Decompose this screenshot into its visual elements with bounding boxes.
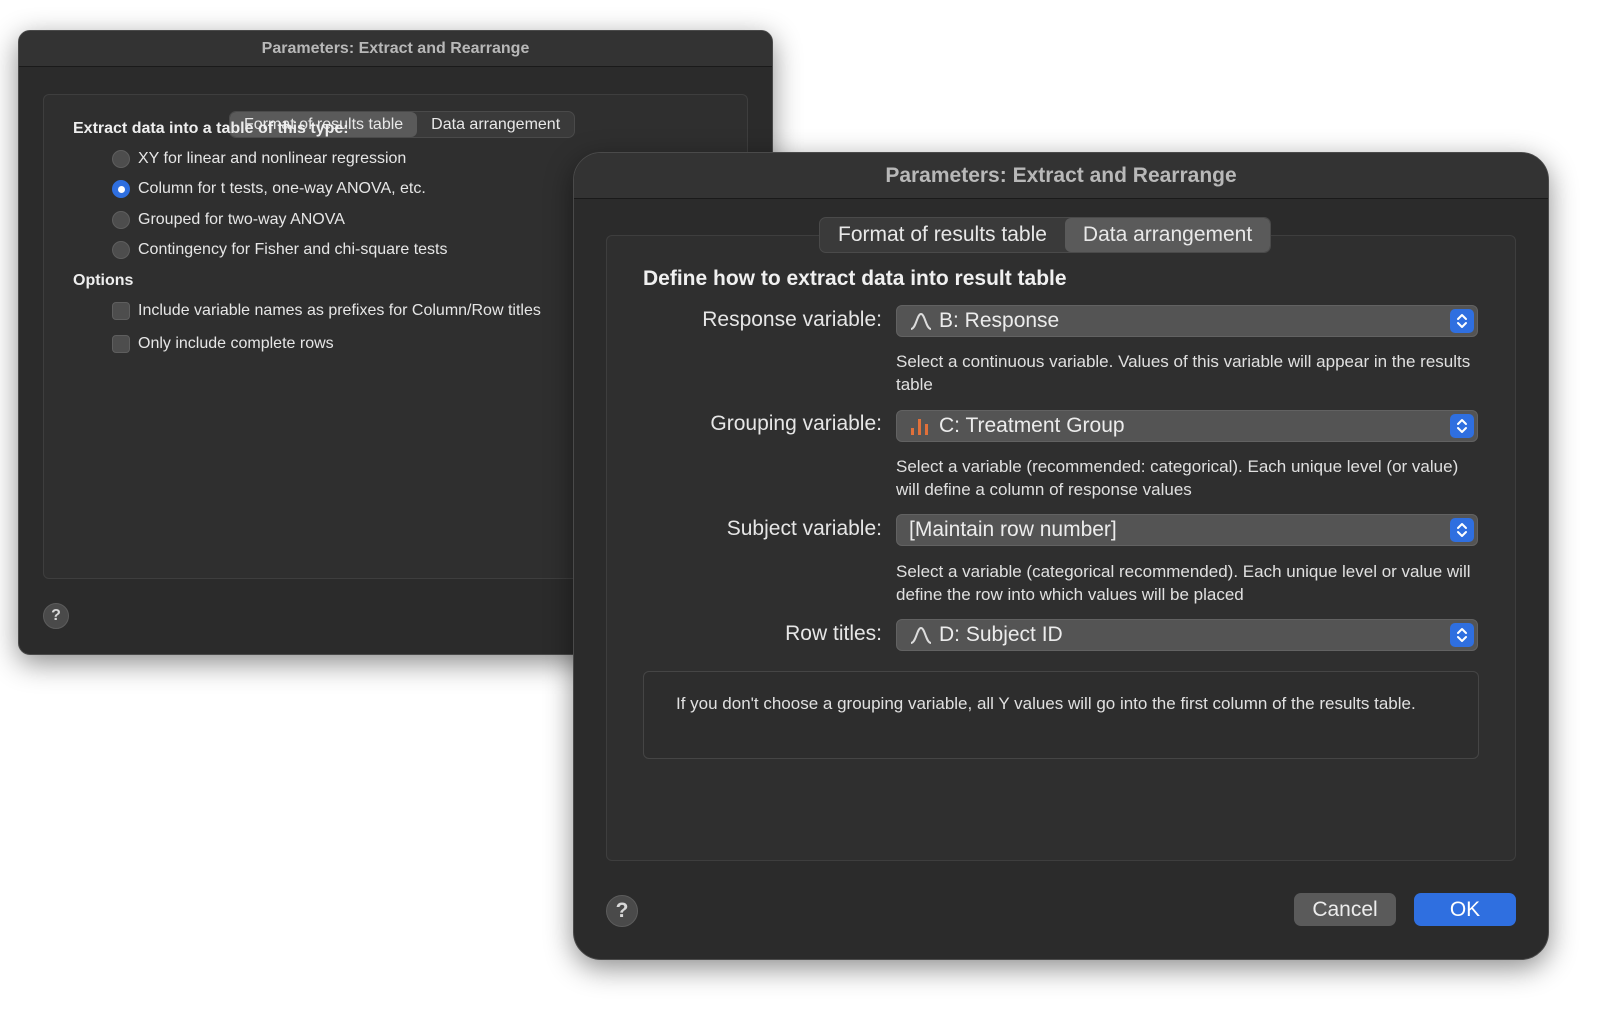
window-title: Parameters: Extract and Rearrange — [19, 31, 772, 67]
window-title: Parameters: Extract and Rearrange — [574, 153, 1548, 199]
tab-bar: Format of results table Data arrangement — [819, 217, 1272, 253]
info-note: If you don't choose a grouping variable,… — [643, 671, 1479, 759]
cancel-button[interactable]: Cancel — [1294, 893, 1396, 926]
tab-data-arrangement[interactable]: Data arrangement — [1064, 218, 1271, 252]
subject-variable-select[interactable]: [Maintain row number] — [896, 514, 1478, 546]
grouping-variable-hint: Select a variable (recommended: categori… — [896, 457, 1459, 499]
front-dialog-window: Parameters: Extract and Rearrange Format… — [573, 152, 1549, 960]
help-button[interactable]: ? — [606, 895, 638, 927]
radio-label: Grouped for two-way ANOVA — [138, 211, 345, 228]
select-value: [Maintain row number] — [909, 518, 1117, 541]
checkbox-complete-rows[interactable]: Only include complete rows — [112, 335, 334, 353]
row-titles-label: Row titles: — [785, 622, 882, 645]
response-variable-hint: Select a continuous variable. Values of … — [896, 352, 1471, 394]
table-type-heading: Extract data into a table of this type: — [73, 120, 349, 137]
options-heading: Options — [73, 272, 134, 289]
ok-button[interactable]: OK — [1414, 893, 1516, 926]
section-heading: Define how to extract data into result t… — [643, 267, 1067, 290]
radio-column[interactable]: Column for t tests, one-way ANOVA, etc. — [112, 180, 426, 198]
radio-button[interactable] — [112, 180, 130, 198]
help-button[interactable]: ? — [43, 603, 69, 629]
radio-label: Contingency for Fisher and chi-square te… — [138, 241, 448, 258]
chevron-updown-icon — [1450, 309, 1474, 333]
radio-button[interactable] — [112, 241, 130, 259]
chevron-updown-icon — [1450, 518, 1474, 542]
tab-data-arrangement[interactable]: Data arrangement — [417, 112, 574, 137]
continuous-variable-icon — [909, 624, 933, 646]
checkbox[interactable] — [112, 335, 130, 353]
radio-xy[interactable]: XY for linear and nonlinear regression — [112, 150, 406, 168]
chevron-updown-icon — [1450, 414, 1474, 438]
checkbox-variable-prefixes[interactable]: Include variable names as prefixes for C… — [112, 302, 541, 320]
radio-button[interactable] — [112, 150, 130, 168]
radio-button[interactable] — [112, 211, 130, 229]
select-value: D: Subject ID — [939, 623, 1063, 646]
continuous-variable-icon — [909, 310, 933, 332]
categorical-variable-icon — [909, 415, 933, 437]
checkbox[interactable] — [112, 302, 130, 320]
row-titles-select[interactable]: D: Subject ID — [896, 619, 1478, 651]
select-value: B: Response — [939, 309, 1060, 332]
grouping-variable-select[interactable]: C: Treatment Group — [896, 410, 1478, 442]
info-note-text: If you don't choose a grouping variable,… — [676, 694, 1416, 713]
response-variable-label: Response variable: — [702, 308, 882, 331]
radio-contingency[interactable]: Contingency for Fisher and chi-square te… — [112, 241, 447, 259]
radio-grouped[interactable]: Grouped for two-way ANOVA — [112, 211, 345, 229]
subject-variable-hint: Select a variable (categorical recommend… — [896, 562, 1471, 604]
tab-format-of-results-table[interactable]: Format of results table — [820, 218, 1065, 252]
radio-label: Column for t tests, one-way ANOVA, etc. — [138, 180, 426, 197]
checkbox-label: Only include complete rows — [138, 335, 334, 352]
radio-label: XY for linear and nonlinear regression — [138, 150, 407, 167]
grouping-variable-label: Grouping variable: — [710, 412, 882, 435]
chevron-updown-icon — [1450, 623, 1474, 647]
select-value: C: Treatment Group — [939, 414, 1125, 437]
response-variable-select[interactable]: B: Response — [896, 305, 1478, 337]
subject-variable-label: Subject variable: — [726, 517, 882, 540]
checkbox-label: Include variable names as prefixes for C… — [138, 302, 541, 319]
